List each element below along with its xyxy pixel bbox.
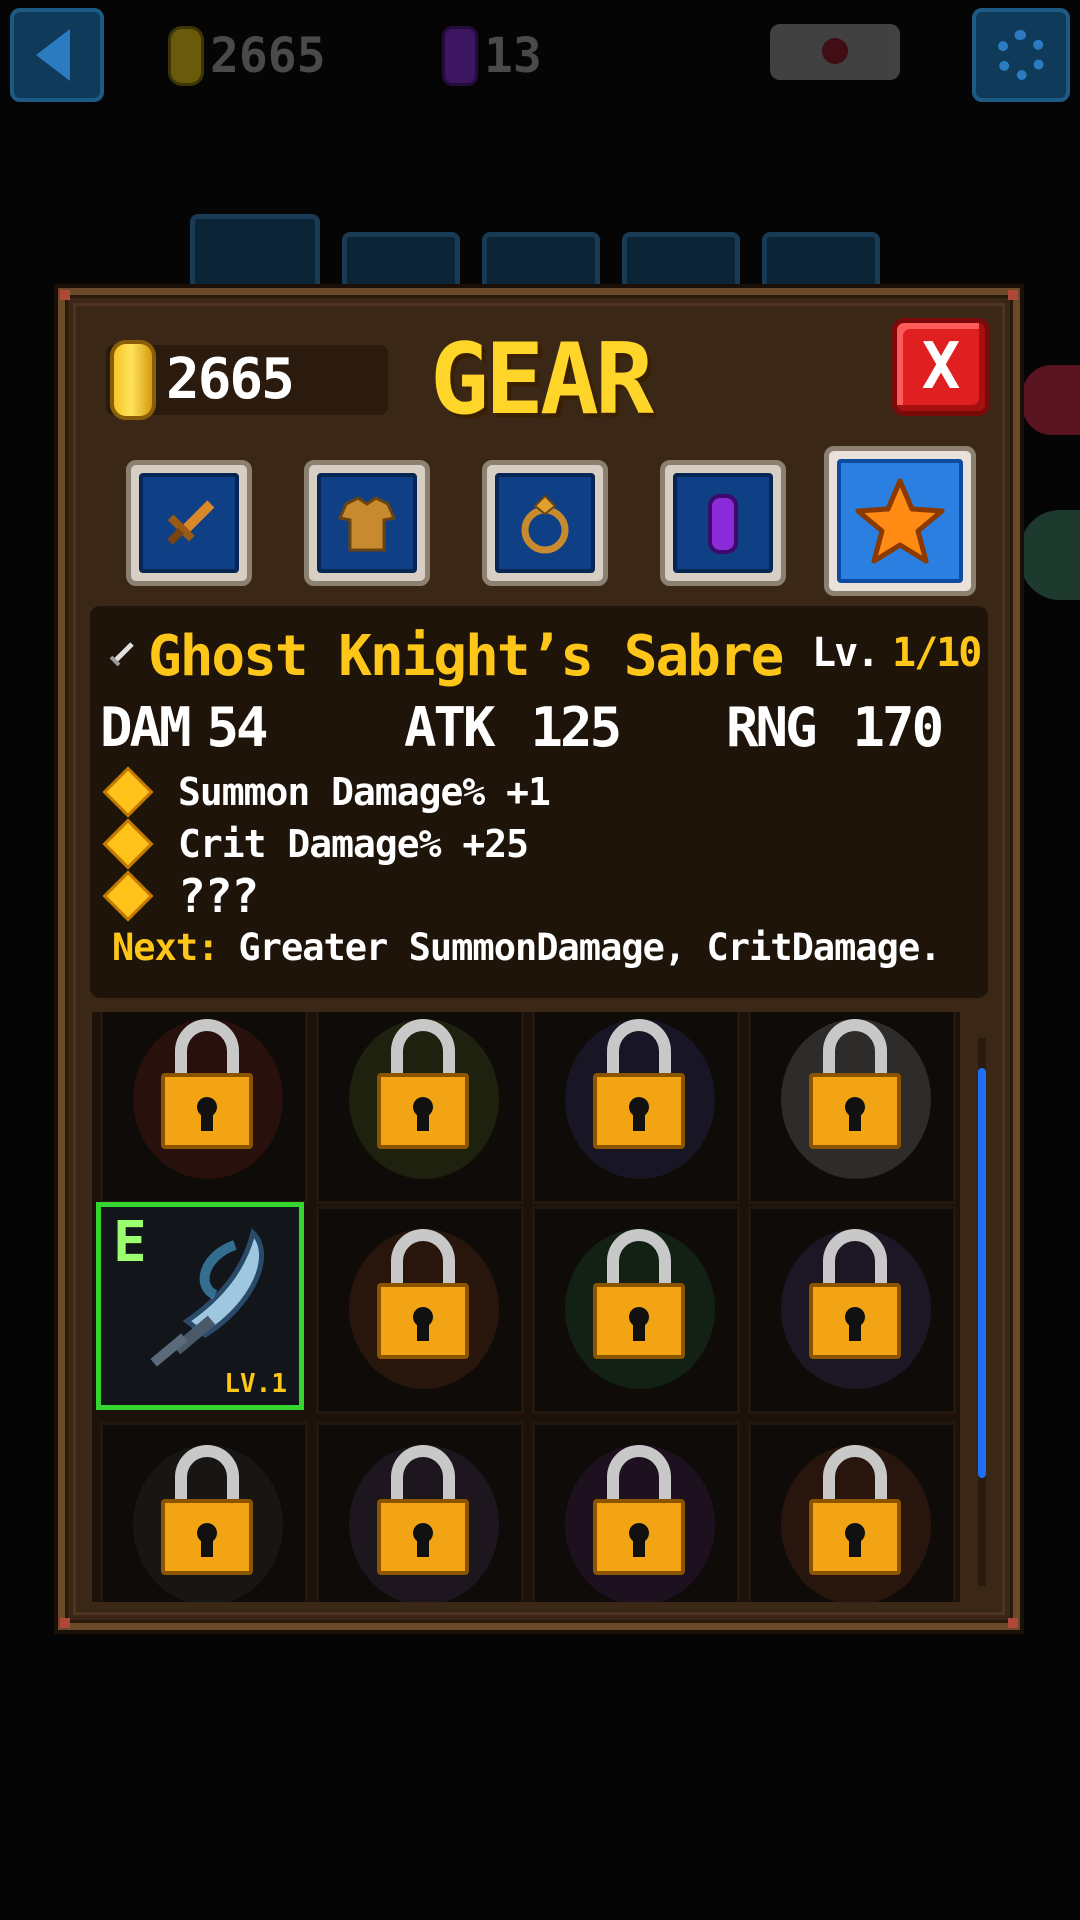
locked-item-slot[interactable]	[316, 1206, 524, 1414]
stat-dam: DAM 54	[100, 696, 269, 760]
locked-item-slot[interactable]	[100, 1012, 308, 1204]
side-decoration-shape	[1022, 365, 1080, 435]
diamond-icon	[102, 766, 154, 818]
panel-corner	[60, 290, 70, 300]
top-coin-counter: 2665	[168, 26, 326, 86]
top-gem-counter: 13	[442, 26, 542, 86]
top-coin-count: 2665	[210, 28, 326, 84]
panel-title: GEAR	[430, 323, 654, 437]
settings-button[interactable]	[972, 8, 1070, 102]
locked-item-slot[interactable]	[748, 1422, 956, 1602]
tab-ring-inner	[495, 473, 595, 573]
lock-icon	[377, 1445, 469, 1575]
locked-item-slot[interactable]	[748, 1206, 956, 1414]
scroll-icon	[822, 38, 848, 64]
tab-special[interactable]	[824, 446, 976, 596]
stat-atk-value: 125	[530, 696, 623, 759]
item-level-label: Lv.	[812, 630, 880, 676]
equipped-item-slot[interactable]: E LV.1	[96, 1202, 304, 1410]
stat-atk-key: ATK	[404, 696, 496, 759]
stat-rng: RNG 170	[726, 696, 945, 760]
stat-rng-value: 170	[852, 696, 945, 759]
item-grid: E LV.1	[92, 1012, 960, 1602]
background-tabs	[190, 214, 890, 304]
tab-armor-inner	[317, 473, 417, 573]
panel-corner	[1008, 290, 1018, 300]
panel-corner	[1008, 1618, 1018, 1628]
back-arrow-icon	[36, 29, 70, 81]
stat-dam-value: 54	[206, 696, 269, 759]
stat-dam-key: DAM	[100, 696, 192, 759]
stat-atk: ATK 125	[404, 696, 623, 760]
lock-icon	[593, 1019, 685, 1149]
purple-gem-icon	[708, 494, 738, 554]
lock-icon	[593, 1229, 685, 1359]
locked-item-slot[interactable]	[532, 1422, 740, 1602]
panel-corner	[60, 1618, 70, 1628]
scrollbar-thumb[interactable]	[978, 1068, 986, 1478]
equipped-badge: E	[113, 1210, 147, 1275]
close-icon: X	[921, 330, 961, 404]
side-decoration-shape	[1020, 510, 1080, 600]
lock-icon	[809, 1229, 901, 1359]
lock-icon	[377, 1229, 469, 1359]
diamond-icon	[102, 870, 154, 922]
stat-rng-key: RNG	[726, 696, 818, 759]
sword-icon	[109, 642, 134, 667]
panel-coin-count: 2665	[166, 347, 295, 412]
diamond-icon	[102, 818, 154, 870]
perk-text: Summon Damage% +1	[178, 770, 551, 814]
locked-item-slot[interactable]	[532, 1206, 740, 1414]
lock-icon	[377, 1019, 469, 1149]
locked-item-slot[interactable]	[316, 1422, 524, 1602]
tab-gem[interactable]	[660, 460, 786, 586]
scroll-button[interactable]	[770, 24, 900, 80]
perk-item: Crit Damage% +25	[102, 818, 529, 870]
tab-weapon[interactable]	[126, 460, 252, 586]
next-upgrade: Next: Greater SummonDamage, CritDamage.	[112, 926, 942, 969]
tab-ring[interactable]	[482, 460, 608, 586]
lock-icon	[809, 1019, 901, 1149]
coin-icon	[168, 26, 204, 86]
star-icon	[855, 478, 945, 564]
equipped-item-level: LV.1	[224, 1369, 287, 1399]
lock-icon	[161, 1019, 253, 1149]
item-name: Ghost Knight’s Sabre	[148, 624, 784, 689]
tab-special-inner	[837, 459, 963, 583]
locked-item-slot[interactable]	[100, 1422, 308, 1602]
side-decoration	[1020, 360, 1080, 640]
ring-icon	[521, 494, 569, 554]
locked-item-slot[interactable]	[532, 1012, 740, 1204]
shirt-icon	[337, 496, 397, 552]
lock-icon	[809, 1445, 901, 1575]
locked-item-slot[interactable]	[748, 1012, 956, 1204]
gear-icon	[996, 30, 1046, 80]
perk-item: Summon Damage% +1	[102, 766, 551, 818]
top-gem-count: 13	[484, 28, 542, 84]
next-label: Next:	[112, 926, 219, 969]
top-bar: 2665 13	[0, 0, 1080, 110]
locked-item-slot[interactable]	[316, 1012, 524, 1204]
perk-text: Crit Damage% +25	[178, 822, 529, 866]
coin-icon	[110, 340, 156, 420]
lock-icon	[161, 1445, 253, 1575]
perk-item: ???	[102, 869, 259, 923]
tab-weapon-inner	[139, 473, 239, 573]
lock-icon	[593, 1445, 685, 1575]
sword-icon	[167, 500, 215, 545]
tab-armor[interactable]	[304, 460, 430, 586]
back-button[interactable]	[10, 8, 104, 102]
next-value: Greater SummonDamage, CritDamage.	[238, 926, 941, 969]
purple-gem-icon	[442, 26, 478, 86]
perk-text: ???	[178, 869, 259, 923]
grid-scrollbar[interactable]	[978, 1038, 986, 1586]
item-level-value: 1/10	[892, 630, 982, 676]
tab-gem-inner	[673, 473, 773, 573]
close-button[interactable]: X	[892, 318, 990, 416]
